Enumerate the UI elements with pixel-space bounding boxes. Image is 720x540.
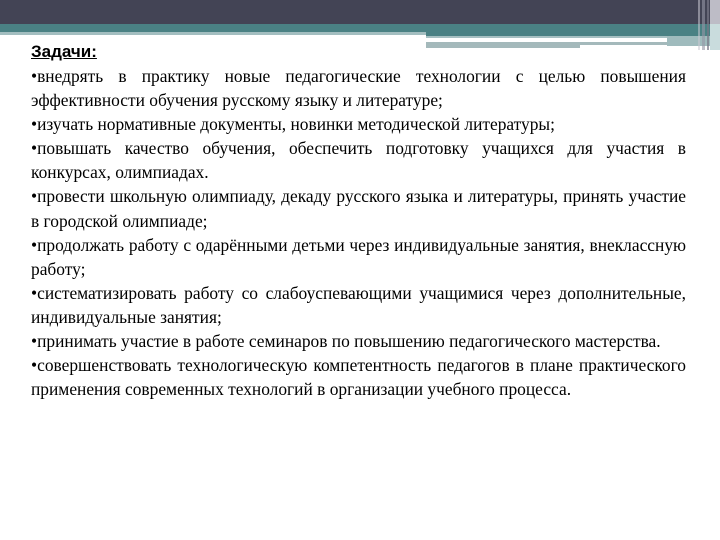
- header-band-teal: [0, 24, 720, 32]
- header-band-light-left: [0, 32, 426, 35]
- task-item: •принимать участие в работе семинаров по…: [31, 329, 686, 353]
- task-item: •повышать качество обучения, обеспечить …: [31, 136, 686, 184]
- task-text: изучать нормативные документы, новинки м…: [37, 114, 555, 135]
- task-item: •провести школьную олимпиаду, декаду рус…: [31, 184, 686, 232]
- header-band-dark: [0, 0, 720, 24]
- task-item: •продолжать работу с одарёнными детьми ч…: [31, 233, 686, 281]
- task-text: продолжать работу с одарёнными детьми че…: [31, 234, 686, 279]
- task-item: •внедрять в практику новые педагогически…: [31, 64, 686, 112]
- slide-content: Задачи: •внедрять в практику новые педаг…: [31, 40, 686, 401]
- decorative-stripe: [698, 0, 700, 50]
- slide-heading: Задачи:: [31, 42, 97, 61]
- task-text: повышать качество обучения, обеспечить п…: [31, 138, 686, 183]
- task-text: систематизировать работу со слабоуспеваю…: [31, 282, 686, 327]
- task-text: внедрять в практику новые педагогические…: [31, 66, 686, 111]
- task-item: •систематизировать работу со слабоуспева…: [31, 281, 686, 329]
- decorative-stripe: [707, 0, 709, 50]
- task-item: •совершенствовать технологическую компет…: [31, 353, 686, 401]
- task-text: совершенствовать технологическую компете…: [31, 355, 686, 400]
- task-item: •изучать нормативные документы, новинки …: [31, 112, 686, 136]
- task-text: принимать участие в работе семинаров по …: [37, 331, 661, 352]
- decorative-stripe: [710, 24, 720, 50]
- decorative-stripe: [702, 0, 705, 50]
- slide: Задачи: •внедрять в практику новые педаг…: [0, 0, 720, 540]
- task-text: провести школьную олимпиаду, декаду русс…: [31, 186, 686, 231]
